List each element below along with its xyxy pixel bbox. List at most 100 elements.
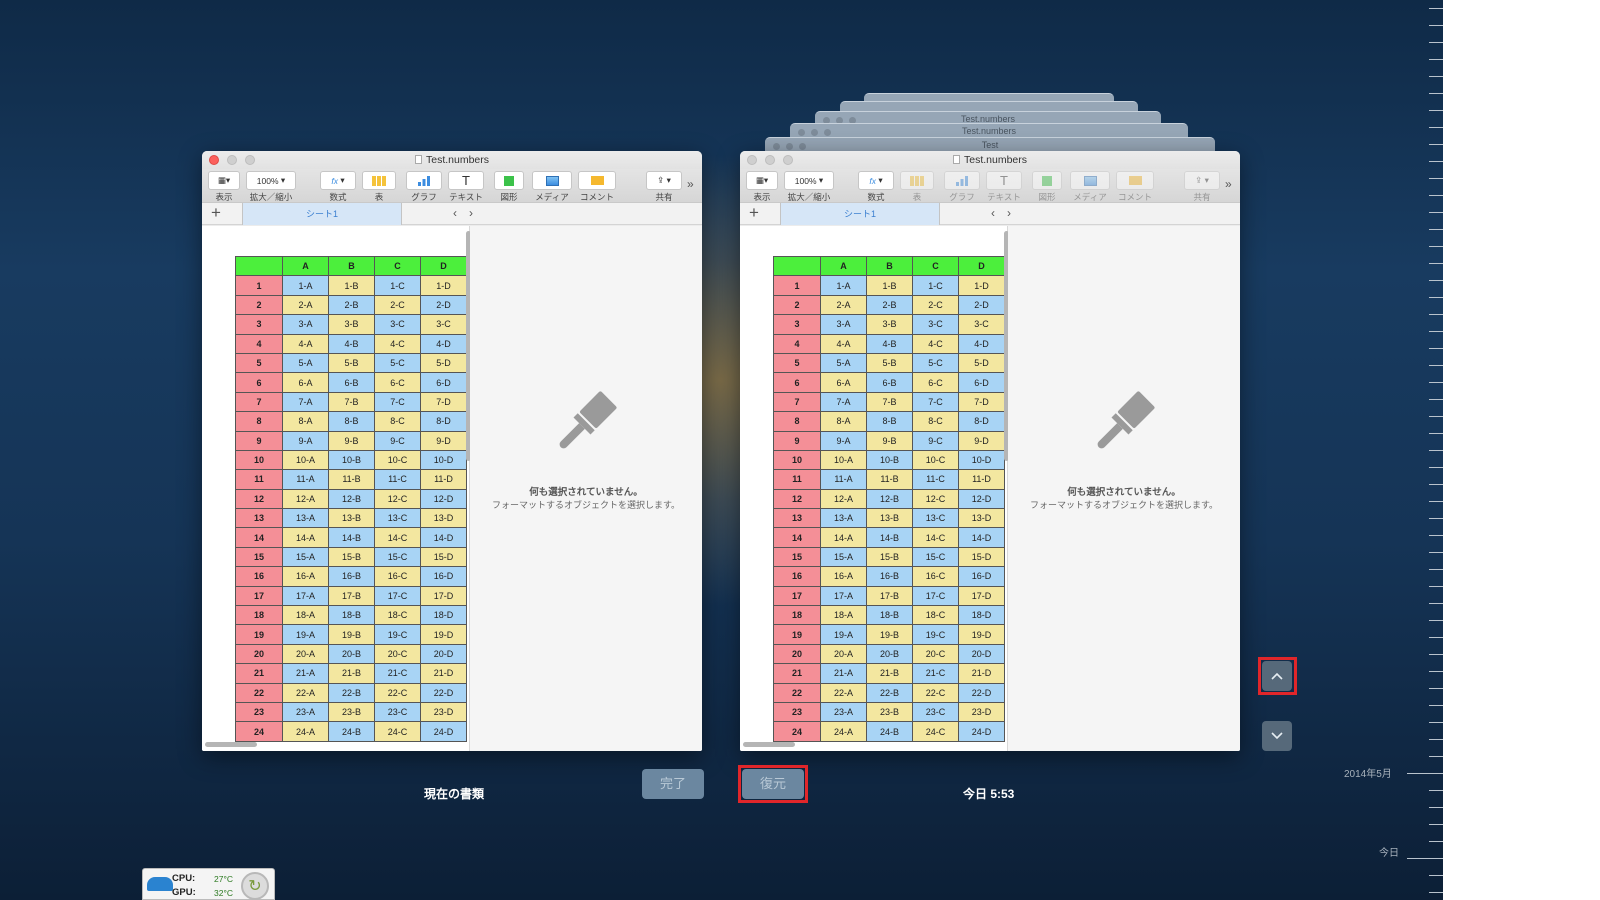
table-cell[interactable]: 17-B <box>866 585 913 607</box>
table-corner-cell[interactable] <box>235 255 283 277</box>
table-cell[interactable]: 13-C <box>912 508 959 529</box>
table-cell[interactable]: 23-B <box>866 701 913 723</box>
table-cell[interactable]: 19-B <box>866 624 913 645</box>
toolbar-overflow-icon[interactable]: » <box>1225 177 1232 191</box>
current-document-window[interactable]: Test.numbers ▦▾ 表示 100% ▾ 拡大／縮小 fx ▾ 数式 … <box>202 151 702 751</box>
table-row[interactable]: 2 2-A 2-B 2-C 2-D <box>235 294 467 316</box>
table-cell[interactable]: 19-C <box>912 624 959 645</box>
table-cell[interactable]: 14-C <box>912 527 959 548</box>
table-cell[interactable]: 11-B <box>866 469 913 490</box>
timeline-tick[interactable] <box>1429 263 1443 264</box>
table-cell[interactable]: 5-C <box>374 352 421 374</box>
table-cell[interactable]: 14-A <box>282 527 329 548</box>
table-cell[interactable]: 23-D <box>420 701 467 723</box>
table-cell[interactable]: 19-B <box>328 624 375 645</box>
table-cell[interactable]: 12-B <box>328 488 375 510</box>
table-cell[interactable]: 12-D <box>958 488 1005 510</box>
table-cell[interactable]: 2-C <box>912 294 959 316</box>
view-tool[interactable]: ▦▾ 表示 <box>208 171 240 203</box>
table-cell[interactable]: 17-D <box>958 585 1005 607</box>
table-row[interactable]: 3 3-A 3-B 3-C 3-C <box>235 314 467 335</box>
table-row[interactable]: 21 21-A 21-B 21-C 21-D <box>773 663 1005 684</box>
row-header[interactable]: 4 <box>773 333 821 354</box>
row-header[interactable]: 13 <box>773 508 821 529</box>
table-cell[interactable]: 8-C <box>912 411 959 432</box>
column-header[interactable]: C <box>374 255 421 277</box>
table-row[interactable]: 19 19-A 19-B 19-C 19-D <box>773 624 1005 645</box>
timeline-tick[interactable] <box>1429 535 1443 536</box>
table-cell[interactable]: 18-C <box>912 605 959 626</box>
table-cell[interactable]: 10-B <box>866 449 913 471</box>
table-row[interactable]: 11 11-A 11-B 11-C 11-D <box>235 469 467 490</box>
table-cell[interactable]: 7-D <box>958 391 1005 413</box>
table-cell[interactable]: 2-D <box>958 294 1005 316</box>
table-cell[interactable]: 17-B <box>328 585 375 607</box>
row-header[interactable]: 4 <box>235 333 283 354</box>
table-cell[interactable]: 1-D <box>420 275 467 296</box>
table-row[interactable]: 20 20-A 20-B 20-C 20-D <box>235 643 467 665</box>
table-cell[interactable]: 8-C <box>374 411 421 432</box>
table-cell[interactable]: 13-B <box>328 508 375 529</box>
table-cell[interactable]: 16-C <box>912 566 959 587</box>
table-cell[interactable]: 24-A <box>282 721 329 742</box>
window-titlebar[interactable]: Test.numbers <box>740 151 1240 169</box>
row-header[interactable]: 24 <box>773 721 821 742</box>
table-cell[interactable]: 14-C <box>374 527 421 548</box>
table-cell[interactable]: 20-A <box>282 643 329 665</box>
table-cell[interactable]: 12-C <box>374 488 421 510</box>
table-cell[interactable]: 21-A <box>820 663 867 684</box>
timeline-tick[interactable] <box>1429 569 1443 570</box>
table-cell[interactable]: 20-D <box>958 643 1005 665</box>
table-cell[interactable]: 20-D <box>420 643 467 665</box>
table-row[interactable]: 22 22-A 22-B 22-C 22-D <box>773 682 1005 703</box>
timeline-tick[interactable] <box>1429 875 1443 876</box>
table-cell[interactable]: 9-C <box>374 430 421 451</box>
table-cell[interactable]: 5-D <box>420 352 467 374</box>
table-cell[interactable]: 15-A <box>282 546 329 568</box>
table-cell[interactable]: 18-B <box>866 605 913 626</box>
table-cell[interactable]: 20-C <box>374 643 421 665</box>
table-row[interactable]: 6 6-A 6-B 6-C 6-D <box>773 372 1005 393</box>
table-cell[interactable]: 2-A <box>820 294 867 316</box>
table-cell[interactable]: 24-C <box>374 721 421 742</box>
timeline-tick[interactable] <box>1429 790 1443 791</box>
table-cell[interactable]: 4-C <box>374 333 421 354</box>
table-cell[interactable]: 2-D <box>420 294 467 316</box>
table-cell[interactable]: 21-C <box>374 663 421 684</box>
comment-tool[interactable]: コメント <box>578 171 616 203</box>
timeline-tick[interactable] <box>1429 331 1443 332</box>
timeline-tick[interactable] <box>1429 212 1443 213</box>
table-cell[interactable]: 11-C <box>912 469 959 490</box>
table-cell[interactable]: 8-A <box>820 411 867 432</box>
table-cell[interactable]: 21-D <box>420 663 467 684</box>
timeline-tick[interactable] <box>1429 705 1443 706</box>
table-cell[interactable]: 23-B <box>328 701 375 723</box>
add-sheet-button[interactable]: + <box>749 204 759 222</box>
table-cell[interactable]: 16-B <box>328 566 375 587</box>
row-header[interactable]: 2 <box>773 294 821 316</box>
table-corner-cell[interactable] <box>773 255 821 277</box>
table-cell[interactable]: 5-B <box>328 352 375 374</box>
table-cell[interactable]: 4-A <box>820 333 867 354</box>
table-cell[interactable]: 17-C <box>374 585 421 607</box>
table-cell[interactable]: 11-D <box>420 469 467 490</box>
table-cell[interactable]: 6-D <box>958 372 1005 393</box>
column-header[interactable]: D <box>420 255 467 277</box>
table-row[interactable]: 14 14-A 14-B 14-C 14-D <box>235 527 467 548</box>
table-row[interactable]: 17 17-A 17-B 17-C 17-D <box>773 585 1005 607</box>
row-header[interactable]: 2 <box>235 294 283 316</box>
table-cell[interactable]: 9-A <box>820 430 867 451</box>
table-cell[interactable]: 16-A <box>820 566 867 587</box>
table-cell[interactable]: 1-C <box>912 275 959 296</box>
table-row[interactable]: 8 8-A 8-B 8-C 8-D <box>235 411 467 432</box>
table-row[interactable]: 23 23-A 23-B 23-C 23-D <box>773 701 1005 723</box>
table-cell[interactable]: 12-D <box>420 488 467 510</box>
timeline-tick[interactable] <box>1429 42 1443 43</box>
row-header[interactable]: 20 <box>773 643 821 665</box>
timeline-tick[interactable] <box>1429 8 1443 9</box>
table-row[interactable]: 8 8-A 8-B 8-C 8-D <box>773 411 1005 432</box>
share-tool[interactable]: ⇪ ▾ 共有 <box>646 171 682 203</box>
table-cell[interactable]: 11-A <box>820 469 867 490</box>
table-cell[interactable]: 3-C <box>958 314 1005 335</box>
table-cell[interactable]: 6-D <box>420 372 467 393</box>
